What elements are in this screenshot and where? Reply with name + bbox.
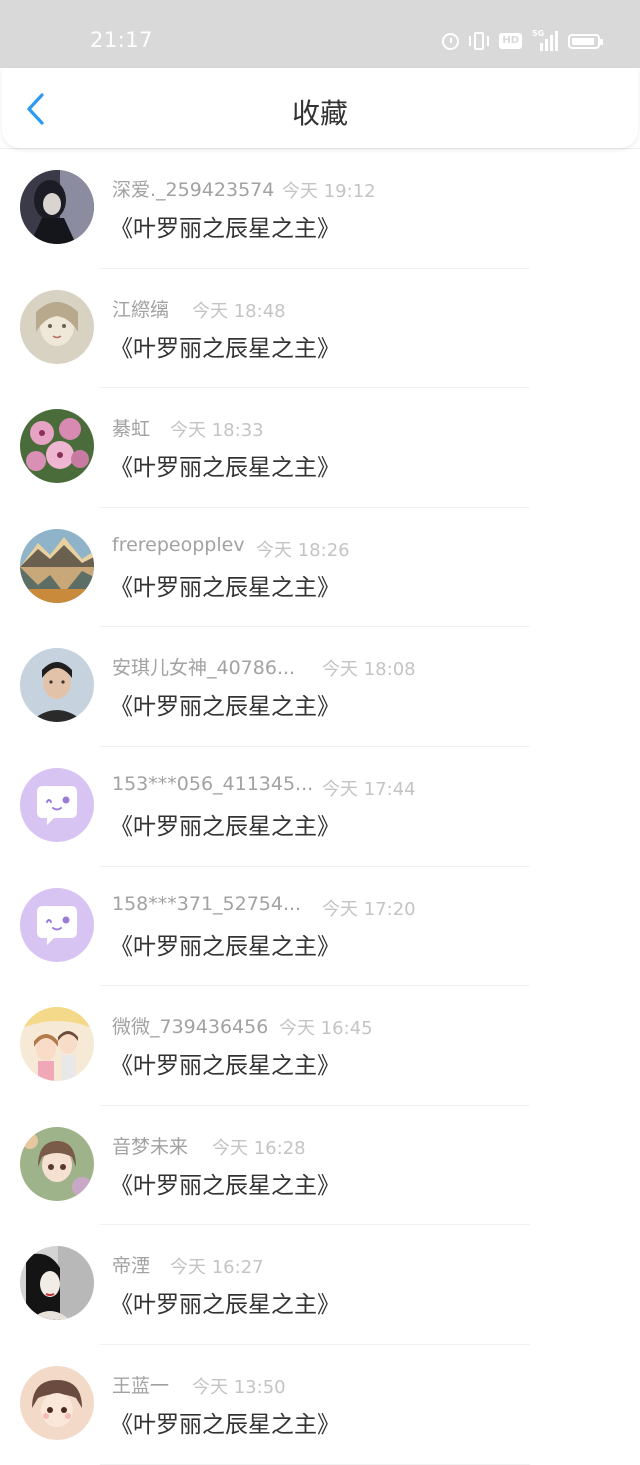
timestamp: 今天 18:08	[322, 659, 416, 681]
status-bar: 21:17 HD 5G	[0, 0, 640, 68]
book-title[interactable]: 《叶罗丽之辰星之主》	[110, 329, 340, 363]
username: 帝湮	[112, 1255, 151, 1278]
timestamp: 今天 18:26	[256, 539, 350, 561]
username: 音梦未来	[112, 1135, 189, 1158]
list-item[interactable]: 綦虹 今天 18:33 《叶罗丽之辰星之主》	[0, 388, 640, 508]
list-item[interactable]: 153***056_411345... 今天 17:44 《叶罗丽之辰星之主》	[0, 747, 640, 867]
title-bar: 收藏	[2, 68, 638, 148]
timestamp: 今天 18:48	[192, 300, 286, 322]
timestamp: 今天 16:27	[170, 1257, 264, 1279]
timestamp: 今天 16:28	[212, 1137, 306, 1159]
timestamp: 今天 17:44	[322, 778, 416, 800]
book-title[interactable]: 《叶罗丽之辰星之主》	[110, 448, 340, 482]
default-chat-avatar[interactable]	[20, 767, 94, 842]
username: 153***056_411345...	[112, 772, 314, 795]
dark-character-avatar[interactable]	[20, 170, 94, 244]
timestamp: 今天 17:20	[322, 898, 416, 920]
default-chat-avatar[interactable]	[20, 887, 94, 962]
list-item[interactable]: 安琪儿女神_40786... 今天 18:08 《叶罗丽之辰星之主》	[0, 627, 640, 747]
page-title: 收藏	[291, 97, 348, 130]
username: 深爱._259423574	[112, 179, 275, 201]
list-item[interactable]: 微微_739436456 今天 16:45 《叶罗丽之辰星之主》	[0, 986, 640, 1106]
network-label: 5G	[532, 29, 545, 38]
username: frerepeopplev	[112, 533, 245, 556]
book-title[interactable]: 《叶罗丽之辰星之主》	[110, 1285, 340, 1319]
ink-lady-avatar[interactable]	[20, 1246, 94, 1321]
book-title[interactable]: 《叶罗丽之辰星之主》	[110, 1405, 340, 1439]
list-item[interactable]: 帝湮 今天 16:27 《叶罗丽之辰星之主》	[0, 1225, 640, 1345]
battery-icon	[568, 33, 603, 49]
username: 江縩缡	[112, 298, 170, 321]
timestamp: 今天 18:33	[170, 420, 264, 442]
row-divider	[100, 1463, 530, 1465]
vibrate-icon	[469, 32, 490, 50]
5g-signal-icon: 5G	[532, 29, 558, 51]
book-title[interactable]: 《叶罗丽之辰星之主》	[110, 687, 340, 721]
list-item[interactable]: 音梦未来 今天 16:28 《叶罗丽之辰星之主》	[0, 1106, 640, 1226]
list-item[interactable]: 深爱._259423574 今天 19:12 《叶罗丽之辰星之主》	[0, 149, 640, 269]
book-title[interactable]: 《叶罗丽之辰星之主》	[110, 807, 340, 841]
anime-couple-avatar[interactable]	[20, 1007, 94, 1082]
book-title[interactable]: 《叶罗丽之辰星之主》	[110, 1166, 340, 1200]
list-item[interactable]: 158***371_52754... 今天 17:20 《叶罗丽之辰星之主》	[0, 867, 640, 987]
list-item[interactable]: 江縩缡 今天 18:48 《叶罗丽之辰星之主》	[0, 269, 640, 389]
username: 微微_739436456	[112, 1016, 269, 1039]
timestamp: 今天 19:12	[282, 181, 376, 202]
timestamp: 今天 16:45	[279, 1018, 373, 1040]
username: 158***371_52754...	[112, 892, 302, 915]
username: 綦虹	[112, 418, 151, 441]
book-title[interactable]: 《叶罗丽之辰星之主》	[110, 209, 340, 243]
username: 安琪儿女神_40786...	[112, 657, 296, 680]
book-title[interactable]: 《叶罗丽之辰星之主》	[110, 927, 340, 961]
book-title[interactable]: 《叶罗丽之辰星之主》	[110, 1046, 340, 1080]
hd-icon: HD	[499, 33, 522, 49]
mountain-lake-avatar[interactable]	[20, 528, 94, 603]
sketch-girl-avatar[interactable]	[20, 289, 94, 364]
status-time: 21:17	[90, 28, 154, 52]
list-item[interactable]: 王蓝一 今天 13:50 《叶罗丽之辰星之主》	[0, 1345, 640, 1465]
username: 王蓝一	[112, 1374, 170, 1397]
timestamp: 今天 13:50	[192, 1376, 286, 1398]
person-photo-avatar[interactable]	[20, 648, 94, 723]
alarm-icon	[442, 32, 460, 50]
favorites-list: 深爱._259423574 今天 19:12 《叶罗丽之辰星之主》 江縩缡 今天…	[0, 149, 640, 1465]
anime-girl-avatar[interactable]	[20, 1126, 94, 1201]
status-icons: HD 5G	[442, 29, 603, 52]
book-title[interactable]: 《叶罗丽之辰星之主》	[110, 568, 340, 602]
pink-flowers-avatar[interactable]	[20, 409, 94, 484]
list-item[interactable]: frerepeopplev 今天 18:26 《叶罗丽之辰星之主》	[0, 508, 640, 628]
